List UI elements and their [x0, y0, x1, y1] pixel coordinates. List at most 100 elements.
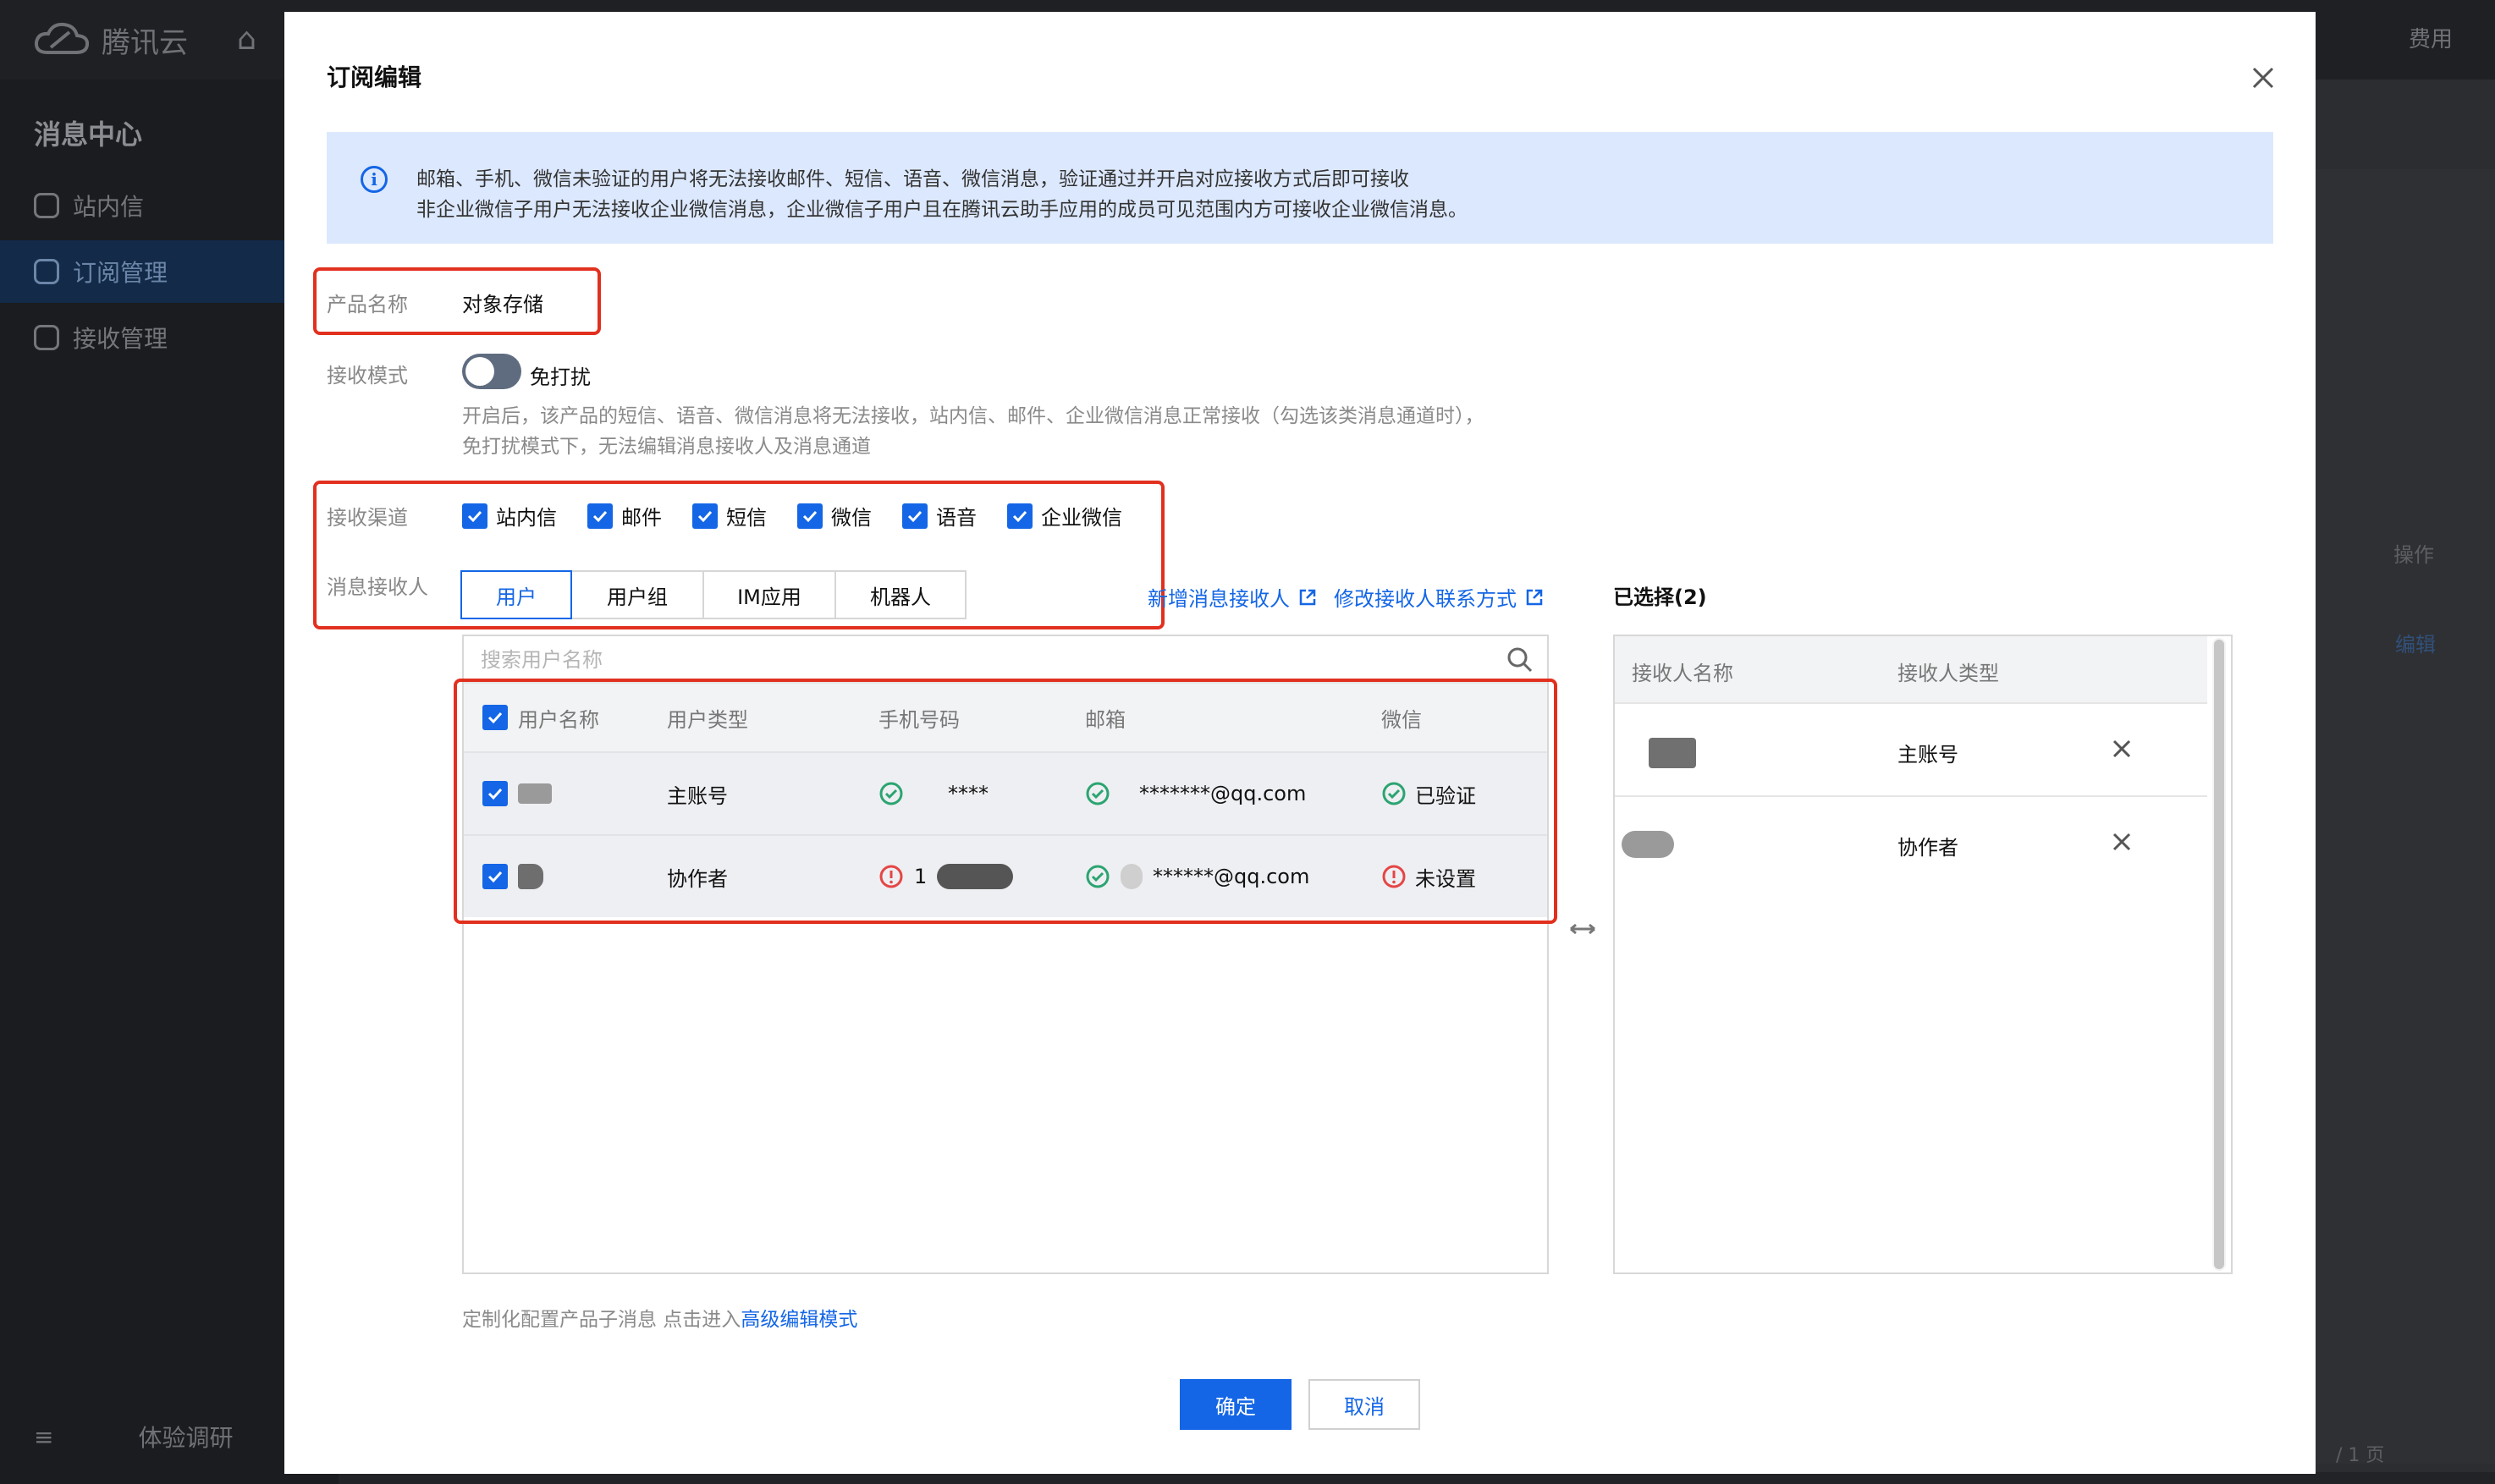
table-row[interactable]: 协作者 1 ******@qq.com 未设置 — [464, 834, 1547, 917]
sidebar-item-label: 站内信 — [73, 193, 145, 221]
checkbox-checked-icon — [902, 503, 928, 529]
channel-wecom-checkbox[interactable]: 企业微信 — [1007, 501, 1122, 530]
row-checkbox[interactable] — [482, 781, 508, 806]
checkbox-checked-icon — [462, 503, 487, 529]
redacted-name — [518, 864, 543, 889]
billing-menu[interactable]: 费用 — [2409, 22, 2453, 53]
dnd-toggle-label: 免打扰 — [530, 366, 591, 389]
channel-sms-checkbox[interactable]: 短信 — [692, 501, 767, 530]
channel-name: 站内信 — [496, 506, 557, 530]
remove-icon[interactable] — [2109, 829, 2134, 855]
cancel-button[interactable]: 取消 — [1308, 1379, 1420, 1430]
channel-name: 短信 — [726, 506, 767, 530]
channel-voice-checkbox[interactable]: 语音 — [902, 501, 977, 530]
wechat-status: 已验证 — [1415, 783, 1476, 808]
checkbox-checked-icon — [1007, 503, 1033, 529]
close-icon[interactable] — [2244, 59, 2282, 96]
notice-text: 邮箱、手机、微信未验证的用户将无法接收邮件、短信、语音、微信消息，验证通过并开启… — [416, 164, 1468, 244]
menu-collapse-icon[interactable]: ≡ — [34, 1423, 53, 1451]
phone-cell: 1 — [877, 864, 1085, 889]
sidebar-title: 消息中心 — [34, 118, 143, 151]
tab-bots[interactable]: 机器人 — [834, 570, 967, 619]
brand-logo: 腾讯云 — [32, 19, 188, 61]
column-header: 用户类型 — [667, 707, 748, 732]
verified-icon — [1086, 865, 1110, 888]
user-picker-panel: 用户名称 用户类型 手机号码 邮箱 微信 主账号 **** — [462, 635, 1549, 1274]
mode-hint-line: 免打扰模式下，无法编辑消息接收人及消息通道 — [462, 436, 871, 458]
channel-checkbox-group: 站内信 邮件 短信 微信 语音 企业微信 — [462, 501, 1122, 530]
external-link-icon — [1299, 589, 1316, 605]
column-header: 用户名称 — [518, 707, 599, 732]
link-label: 修改接收人联系方式 — [1334, 587, 1517, 611]
bell-settings-icon — [34, 259, 59, 284]
channel-name: 语音 — [936, 506, 977, 530]
wechat-status: 未设置 — [1415, 866, 1476, 891]
email-cell: ******@qq.com — [1085, 864, 1381, 889]
scrollbar[interactable] — [2212, 638, 2226, 1271]
home-icon[interactable]: ⌂ — [237, 22, 256, 57]
link-label: 新增消息接收人 — [1148, 587, 1290, 611]
redacted-name — [1649, 738, 1696, 768]
top-right-menu: 费用 — [2409, 22, 2453, 53]
tab-im-apps[interactable]: IM应用 — [702, 570, 836, 619]
background-table — [2316, 169, 2495, 1464]
column-header: 接收人类型 — [1897, 662, 1999, 685]
select-all-checkbox[interactable] — [482, 705, 508, 730]
verified-icon — [1086, 782, 1110, 805]
scrollbar-thumb[interactable] — [2214, 640, 2224, 1269]
mode-label: 接收模式 — [327, 364, 408, 387]
channel-wechat-checkbox[interactable]: 微信 — [797, 501, 872, 530]
user-icon — [34, 325, 59, 350]
advanced-edit-link[interactable]: 高级编辑模式 — [741, 1309, 857, 1331]
swap-arrows-icon — [1570, 923, 1595, 935]
column-header: 接收人名称 — [1632, 662, 1733, 685]
recipient-type: 主账号 — [1897, 743, 1958, 767]
brand-name: 腾讯云 — [102, 25, 188, 60]
table-row[interactable]: 主账号 **** *******@qq.com 已验证 — [464, 751, 1547, 834]
redacted-phone — [937, 864, 1014, 889]
notice-banner: i 邮箱、手机、微信未验证的用户将无法接收邮件、短信、语音、微信消息，验证通过并… — [327, 132, 2273, 244]
recipient-tabs: 用户 用户组 IM应用 机器人 — [460, 570, 967, 619]
selected-table-header: 接收人名称 接收人类型 — [1615, 636, 2207, 704]
confirm-button[interactable]: 确定 — [1180, 1379, 1292, 1430]
column-header: 微信 — [1381, 707, 1422, 732]
phone-cell: **** — [877, 781, 1085, 806]
email-address: ******@qq.com — [1153, 865, 1310, 888]
warning-icon — [1382, 865, 1406, 888]
channel-inbox-checkbox[interactable]: 站内信 — [462, 501, 557, 530]
row-checkbox[interactable] — [482, 864, 508, 889]
selected-recipients-panel: 接收人名称 接收人类型 主账号 协作者 — [1613, 635, 2233, 1274]
search-icon[interactable] — [1505, 645, 1535, 675]
edit-link[interactable]: 编辑 — [2395, 628, 2436, 657]
remove-icon[interactable] — [2109, 736, 2134, 761]
wechat-cell: 已验证 — [1381, 779, 1547, 809]
toggle-knob — [465, 357, 494, 386]
checkbox-checked-icon — [797, 503, 823, 529]
channel-name: 微信 — [831, 506, 872, 530]
tab-users[interactable]: 用户 — [460, 570, 572, 619]
bottom-edge — [339, 1472, 2495, 1484]
search-input[interactable] — [481, 646, 1462, 673]
channel-name: 企业微信 — [1041, 506, 1122, 530]
warning-icon — [879, 865, 903, 888]
sidebar-footer: ≡ 体验调研 — [34, 1420, 233, 1454]
selected-row: 协作者 — [1615, 795, 2207, 888]
recipient-label: 消息接收人 — [327, 575, 428, 599]
dialog-title: 订阅编辑 — [327, 63, 422, 91]
channel-name: 邮件 — [621, 506, 662, 530]
notice-line: 非企业微信子用户无法接收企业微信消息，企业微信子用户且在腾讯云助手应用的成员可见… — [416, 199, 1468, 221]
notice-line: 邮箱、手机、微信未验证的用户将无法接收邮件、短信、语音、微信消息，验证通过并开启… — [416, 168, 1409, 190]
redacted-email-prefix — [1121, 864, 1143, 889]
selected-row: 主账号 — [1615, 702, 2207, 795]
info-icon: i — [361, 166, 388, 193]
column-header-action: 操作 — [2393, 543, 2434, 567]
channel-email-checkbox[interactable]: 邮件 — [587, 501, 662, 530]
sidebar-item-label: 订阅管理 — [73, 259, 168, 287]
checkbox-checked-icon — [692, 503, 718, 529]
tab-user-groups[interactable]: 用户组 — [570, 570, 704, 619]
add-recipient-link[interactable]: 新增消息接收人 — [1148, 582, 1317, 612]
survey-link[interactable]: 体验调研 — [138, 1420, 233, 1454]
edit-contact-link[interactable]: 修改接收人联系方式 — [1334, 582, 1544, 612]
dnd-toggle[interactable] — [462, 354, 521, 389]
tip-text: 定制化配置产品子消息 点击进入 — [462, 1309, 741, 1331]
